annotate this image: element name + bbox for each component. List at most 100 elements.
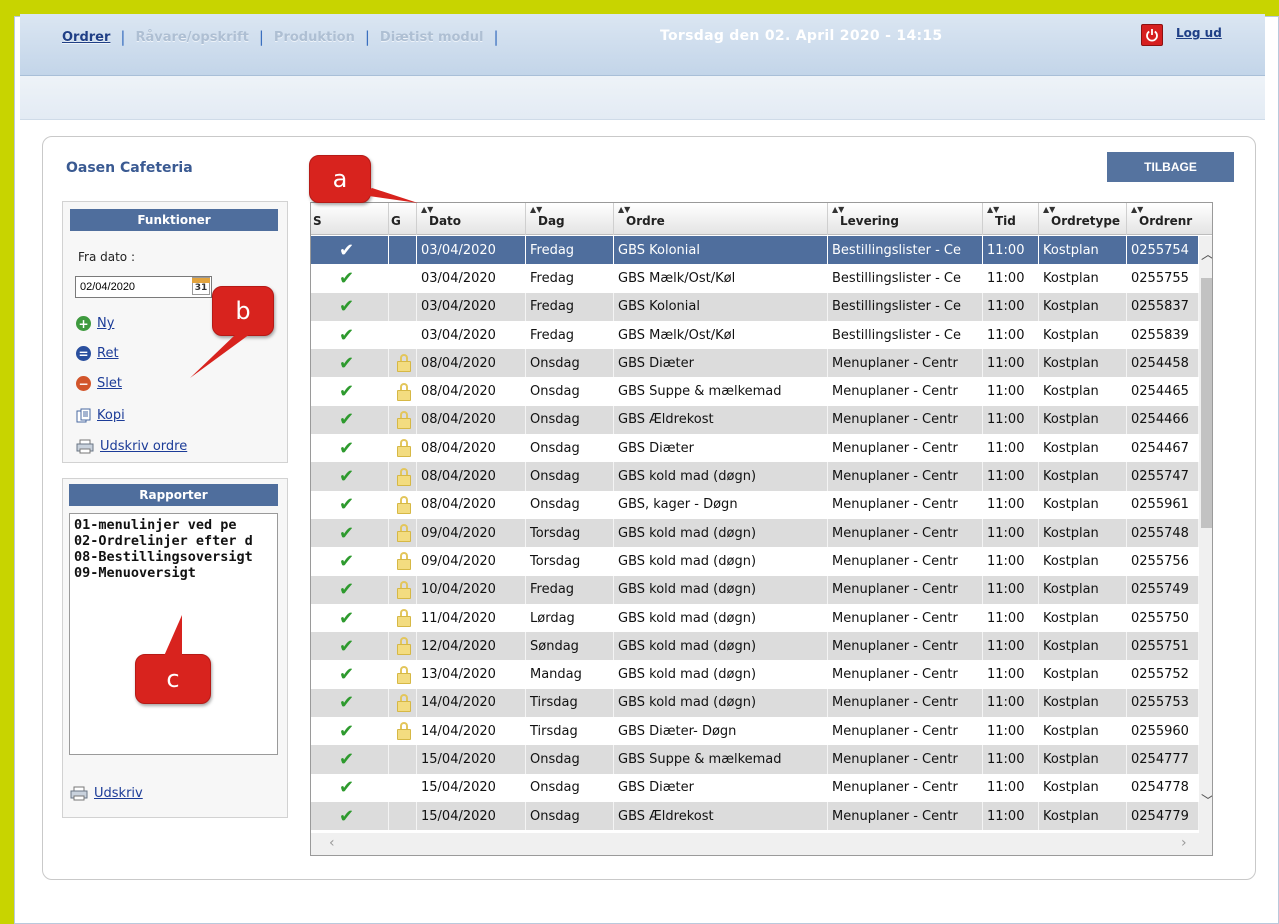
scroll-down-icon[interactable]: ﹀ bbox=[1201, 791, 1212, 811]
copy-order-action[interactable]: Kopi bbox=[76, 408, 125, 423]
copy-order-link[interactable]: Kopi bbox=[97, 408, 125, 423]
order-number-cell: 0254466 bbox=[1127, 405, 1199, 435]
scroll-thumb[interactable] bbox=[1201, 278, 1212, 528]
column-header-ordrenr[interactable]: ▲▼ Ordrenr bbox=[1127, 203, 1212, 235]
print-report-link[interactable]: Udskriv bbox=[94, 786, 143, 801]
lock-cell bbox=[389, 434, 417, 463]
lock-cell bbox=[389, 320, 417, 350]
type-cell: Kostplan bbox=[1039, 434, 1127, 463]
table-row[interactable]: ✔ 12/04/2020 Søndag GBS kold mad (døgn) Menu… bbox=[311, 632, 1199, 661]
column-header-ordretype[interactable]: ▲▼ Ordretype bbox=[1039, 203, 1127, 235]
report-item[interactable]: 01-menulinjer ved pe bbox=[70, 517, 277, 533]
column-header-tid[interactable]: ▲▼ Tid bbox=[983, 203, 1039, 235]
nav-ordrer[interactable]: Ordrer bbox=[62, 30, 110, 45]
edit-order-link[interactable]: Ret bbox=[97, 346, 119, 361]
print-order-link[interactable]: Udskriv ordre bbox=[100, 439, 187, 454]
report-item[interactable]: 09-Menuoversigt bbox=[70, 565, 277, 581]
new-order-action[interactable]: + Ny bbox=[76, 316, 114, 331]
time-cell: 11:00 bbox=[983, 632, 1039, 661]
day-cell: Tirsdag bbox=[526, 717, 614, 746]
print-report-action[interactable]: Udskriv bbox=[70, 786, 143, 801]
date-cell: 08/04/2020 bbox=[417, 405, 526, 435]
column-header-dag[interactable]: ▲▼ Dag bbox=[526, 203, 614, 235]
delivery-cell: Menuplaner - Centr bbox=[828, 405, 983, 435]
column-label: S bbox=[313, 214, 322, 228]
column-header-ordre[interactable]: ▲▼ Ordre bbox=[614, 203, 828, 235]
table-header: S G ▲▼ Dato ▲▼ Dag ▲▼ Ordre ▲▼ Levering ▲▼ Ti… bbox=[311, 203, 1212, 235]
table-row[interactable]: ✔ 14/04/2020 Tirsdag GBS Diæter- Døgn Menupl… bbox=[311, 717, 1199, 746]
type-cell: Kostplan bbox=[1039, 773, 1127, 802]
print-order-action[interactable]: Udskriv ordre bbox=[76, 439, 187, 454]
type-cell: Kostplan bbox=[1039, 292, 1127, 321]
type-cell: Kostplan bbox=[1039, 264, 1127, 293]
table-row[interactable]: ✔ 08/04/2020 Onsdag GBS Diæter Menuplaner - … bbox=[311, 434, 1199, 463]
nav-separator: | bbox=[364, 28, 370, 46]
delete-order-link[interactable]: Slet bbox=[97, 376, 122, 391]
lock-cell bbox=[389, 236, 417, 265]
table-row[interactable]: ✔ 08/04/2020 Onsdag GBS Diæter Menuplaner - … bbox=[311, 349, 1199, 378]
current-datetime: Torsdag den 02. April 2020 - 14:15 bbox=[660, 28, 943, 44]
table-row[interactable]: ✔ 08/04/2020 Onsdag GBS, kager - Døgn Menupl… bbox=[311, 490, 1199, 519]
table-row[interactable]: ✔ 09/04/2020 Torsdag GBS kold mad (døgn) Men… bbox=[311, 547, 1199, 576]
vertical-scrollbar[interactable]: ︿ ﹀ bbox=[1199, 236, 1212, 833]
table-row[interactable]: ✔ 15/04/2020 Onsdag GBS Ældrekost Menuplaner… bbox=[311, 801, 1199, 831]
nav-produktion[interactable]: Produktion bbox=[274, 30, 355, 45]
checkmark-icon: ✔ bbox=[339, 550, 355, 572]
date-cell: 11/04/2020 bbox=[417, 603, 526, 633]
reports-list[interactable]: 01-menulinjer ved pe 02-Ordrelinjer efte… bbox=[69, 513, 278, 755]
report-item[interactable]: 02-Ordrelinjer efter d bbox=[70, 533, 277, 549]
logout-link[interactable]: Log ud bbox=[1176, 26, 1222, 40]
order-cell: GBS Kolonial bbox=[614, 236, 828, 265]
nav-ravare-opskrift[interactable]: Råvare/opskrift bbox=[135, 30, 248, 45]
table-row[interactable]: ✔ 10/04/2020 Fredag GBS kold mad (døgn) Menu… bbox=[311, 575, 1199, 604]
delete-order-action[interactable]: − Slet bbox=[76, 376, 122, 391]
column-header-dato[interactable]: ▲▼ Dato bbox=[417, 203, 526, 235]
lock-icon bbox=[397, 722, 411, 741]
date-cell: 10/04/2020 bbox=[417, 575, 526, 604]
table-row[interactable]: ✔ 09/04/2020 Torsdag GBS kold mad (døgn) Men… bbox=[311, 518, 1199, 548]
checkmark-icon: ✔ bbox=[339, 381, 355, 403]
status-cell: ✔ bbox=[311, 717, 389, 746]
scroll-right-icon[interactable]: › bbox=[1181, 835, 1187, 851]
table-row[interactable]: ✔ 15/04/2020 Onsdag GBS Diæter Menuplaner - … bbox=[311, 773, 1199, 802]
type-cell: Kostplan bbox=[1039, 462, 1127, 491]
date-cell: 15/04/2020 bbox=[417, 745, 526, 774]
column-label: G bbox=[391, 214, 401, 228]
edit-order-action[interactable]: = Ret bbox=[76, 346, 119, 361]
table-row[interactable]: ✔ 03/04/2020 Fredag GBS Kolonial Bestillings… bbox=[311, 292, 1199, 321]
new-order-link[interactable]: Ny bbox=[97, 316, 114, 331]
order-cell: GBS kold mad (døgn) bbox=[614, 632, 828, 661]
status-cell: ✔ bbox=[311, 462, 389, 491]
table-row[interactable]: ✔ 11/04/2020 Lørdag GBS kold mad (døgn) Menu… bbox=[311, 603, 1199, 633]
table-row[interactable]: ✔ 15/04/2020 Onsdag GBS Suppe & mælkemad Men… bbox=[311, 745, 1199, 774]
sort-icon: ▲▼ bbox=[1131, 205, 1144, 214]
table-row[interactable]: ✔ 03/04/2020 Fredag GBS Mælk/Ost/Køl Bestill… bbox=[311, 320, 1199, 350]
calendar-icon[interactable]: 31 bbox=[192, 277, 210, 295]
time-cell: 11:00 bbox=[983, 434, 1039, 463]
order-number-cell: 0255837 bbox=[1127, 292, 1199, 321]
horizontal-scrollbar[interactable]: ‹ › bbox=[311, 833, 1212, 855]
checkmark-icon: ✔ bbox=[339, 607, 355, 629]
nav-diaetist-modul[interactable]: Diætist modul bbox=[380, 30, 484, 45]
column-header-s[interactable]: S bbox=[311, 203, 389, 235]
date-cell: 03/04/2020 bbox=[417, 320, 526, 350]
day-cell: Onsdag bbox=[526, 349, 614, 378]
order-number-cell: 0255755 bbox=[1127, 264, 1199, 293]
table-row[interactable]: ✔ 08/04/2020 Onsdag GBS Ældrekost Menuplaner… bbox=[311, 405, 1199, 435]
report-item[interactable]: 08-Bestillingsoversigt bbox=[70, 549, 277, 565]
table-row[interactable]: ✔ 14/04/2020 Tirsdag GBS kold mad (døgn) Men… bbox=[311, 688, 1199, 718]
day-cell: Fredag bbox=[526, 575, 614, 604]
scroll-left-icon[interactable]: ‹ bbox=[329, 835, 335, 851]
day-cell: Onsdag bbox=[526, 462, 614, 491]
back-button[interactable]: TILBAGE bbox=[1107, 152, 1234, 182]
table-row[interactable]: ✔ 08/04/2020 Onsdag GBS kold mad (døgn) Menu… bbox=[311, 462, 1199, 491]
table-row[interactable]: ✔ 03/04/2020 Fredag GBS Kolonial Bestillings… bbox=[311, 236, 1199, 265]
power-icon[interactable] bbox=[1141, 24, 1163, 46]
scroll-up-icon[interactable]: ︿ bbox=[1201, 244, 1212, 264]
table-row[interactable]: ✔ 03/04/2020 Fredag GBS Mælk/Ost/Køl Bestill… bbox=[311, 264, 1199, 293]
column-header-g[interactable]: G bbox=[389, 203, 417, 235]
lock-icon bbox=[397, 693, 411, 712]
column-header-levering[interactable]: ▲▼ Levering bbox=[828, 203, 983, 235]
table-row[interactable]: ✔ 13/04/2020 Mandag GBS kold mad (døgn) Menu… bbox=[311, 660, 1199, 689]
table-row[interactable]: ✔ 08/04/2020 Onsdag GBS Suppe & mælkemad Men… bbox=[311, 377, 1199, 406]
